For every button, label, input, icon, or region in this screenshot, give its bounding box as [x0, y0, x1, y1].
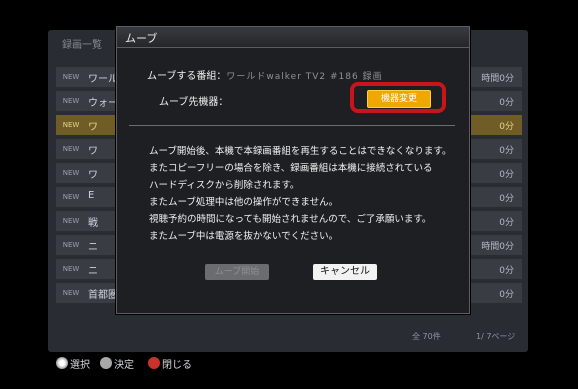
new-badge: NEW — [62, 121, 80, 129]
new-badge: NEW — [62, 193, 80, 201]
page-indicator: 1/ 7ページ — [476, 332, 516, 341]
move-dialog: ムーブ ムーブする番組：ワールドwalker TV2 #186 録画 ムーブ先機… — [116, 26, 470, 314]
row-duration: 0分 — [499, 146, 514, 156]
row-duration: 時間0分 — [481, 74, 514, 84]
list-title: 録画一覧 — [62, 40, 102, 51]
enter-button-icon — [100, 357, 112, 369]
total-count: 全 70件 — [412, 332, 441, 341]
new-badge: NEW — [62, 217, 80, 225]
row-duration: 時間0分 — [481, 242, 514, 252]
divider — [129, 125, 455, 126]
back-button-icon — [148, 357, 160, 369]
row-duration: 0分 — [499, 290, 514, 300]
row-duration: 0分 — [499, 266, 514, 276]
row-title: ニ — [88, 266, 98, 277]
message-line: またムーブ中は電源を抜かないでください。 — [149, 231, 339, 242]
tv-screen: 録画一覧 NEW ワールドビジネスサテライト 時間0分 NEW ウォーカー 0分… — [0, 0, 578, 389]
new-badge: NEW — [62, 97, 80, 105]
message-line: またムーブ処理中は他の操作ができません。 — [149, 197, 339, 208]
row-title: E — [88, 190, 95, 201]
program-row: ムーブする番組：ワールドwalker TV2 #186 録画 — [147, 67, 383, 82]
dialog-title: ムーブ — [125, 32, 158, 45]
dialog-titlebar: ムーブ — [117, 27, 469, 48]
program-label: ムーブする番組： — [147, 71, 227, 82]
new-badge: NEW — [62, 265, 80, 273]
row-duration: 0分 — [499, 98, 514, 108]
row-duration: 0分 — [499, 122, 514, 132]
cancel-button[interactable]: キャンセル — [313, 264, 377, 280]
help-bar: 選択 決定 閉じる — [56, 356, 198, 371]
message-line: ハードディスクから削除されます。 — [149, 180, 300, 191]
confirm-hint: 決定 — [114, 359, 134, 371]
row-title: ワ — [88, 146, 98, 157]
row-title: ワ — [88, 122, 98, 133]
row-title: 戦 — [88, 218, 98, 229]
move-start-button[interactable]: ムーブ開始 — [205, 264, 269, 280]
new-badge: NEW — [62, 241, 80, 249]
message-line: またコピーフリーの場合を除き、録画番組は本機に接続されている — [149, 163, 433, 174]
new-badge: NEW — [62, 73, 80, 81]
message-line: 視聴予約の時間になっても開始されませんので、ご了承願います。 — [149, 214, 432, 225]
target-label: ムーブ先機器： — [159, 97, 229, 108]
change-device-button[interactable]: 機器変更 — [367, 90, 431, 108]
program-value: ワールドwalker TV2 #186 録画 — [226, 72, 383, 82]
new-badge: NEW — [62, 145, 80, 153]
row-duration: 0分 — [499, 194, 514, 204]
row-title: ワ — [88, 170, 98, 181]
new-badge: NEW — [62, 289, 80, 297]
row-duration: 0分 — [499, 170, 514, 180]
select-hint: 選択 — [70, 359, 90, 371]
close-hint: 閉じる — [162, 359, 192, 371]
row-title: ニ — [88, 242, 98, 253]
message-line: ムーブ開始後、本機で本録画番組を再生することはできなくなります。 — [149, 146, 452, 157]
row-duration: 0分 — [499, 218, 514, 228]
dpad-icon — [56, 357, 68, 369]
new-badge: NEW — [62, 169, 80, 177]
